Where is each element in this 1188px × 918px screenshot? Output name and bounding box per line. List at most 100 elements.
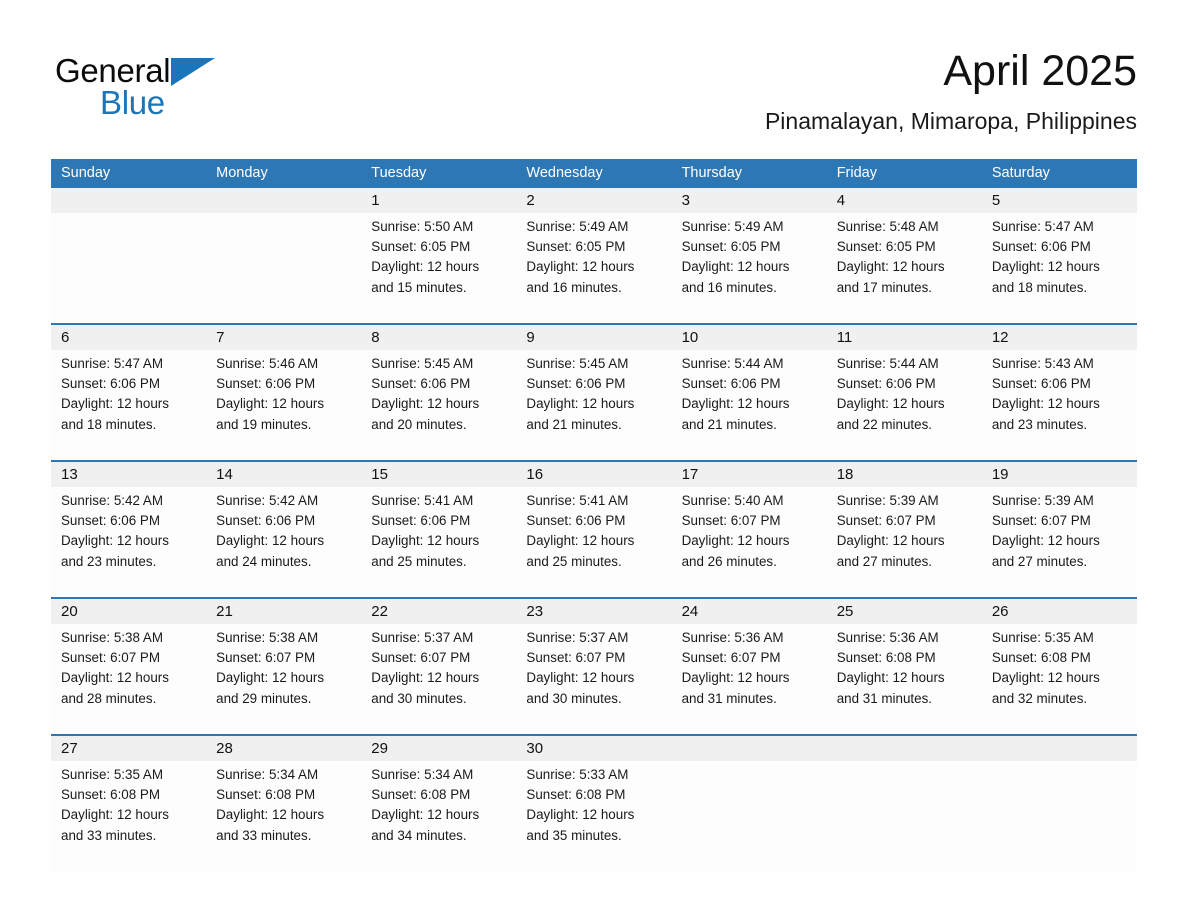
day-number[interactable]: 22 xyxy=(361,599,516,624)
calendar-week-row: 13 14 15 16 17 18 19 Sunrise: 5:42 AM Sunset: 6:… xyxy=(51,460,1137,597)
day-number[interactable]: 1 xyxy=(361,188,516,213)
day-number[interactable]: 19 xyxy=(982,462,1137,487)
day-number[interactable]: 4 xyxy=(827,188,982,213)
day-detail-line: and 31 minutes. xyxy=(681,690,777,706)
day-detail-line: Sunset: 6:07 PM xyxy=(216,650,316,666)
generalblue-logo[interactable]: General Blue xyxy=(55,52,255,124)
day-number[interactable]: 15 xyxy=(361,462,516,487)
week-body-row: Sunrise: 5:38 AM Sunset: 6:07 PM Daylight:… xyxy=(51,624,1137,734)
calendar-week-row: 6 7 8 9 10 11 12 Sunrise: 5:47 AM Sunset: 6:06 P… xyxy=(51,323,1137,460)
day-number[interactable]: 25 xyxy=(827,599,982,624)
day-cell[interactable]: Sunrise: 5:37 AM Sunset: 6:07 PM Daylight:… xyxy=(361,624,516,734)
day-cell[interactable]: Sunrise: 5:40 AM Sunset: 6:07 PM Daylight:… xyxy=(672,487,827,597)
weekday-header-saturday: Saturday xyxy=(991,165,1050,181)
day-detail-line: Sunset: 6:06 PM xyxy=(681,376,781,392)
triangle-icon xyxy=(171,58,216,86)
day-number[interactable]: 20 xyxy=(51,599,206,624)
day-number[interactable]: 16 xyxy=(516,462,671,487)
day-detail-line: Daylight: 12 hours xyxy=(836,670,945,686)
day-detail-line: Sunset: 6:06 PM xyxy=(371,513,471,529)
day-number[interactable]: 24 xyxy=(672,599,827,624)
day-number[interactable]: 3 xyxy=(672,188,827,213)
day-cell[interactable]: Sunrise: 5:46 AM Sunset: 6:06 PM Daylight:… xyxy=(206,350,361,460)
day-number[interactable]: 26 xyxy=(982,599,1137,624)
week-date-strip: 20 21 22 23 24 25 26 xyxy=(51,599,1137,624)
day-detail-line: Daylight: 12 hours xyxy=(371,533,480,549)
day-detail-line: Sunrise: 5:35 AM xyxy=(61,767,163,782)
day-number[interactable]: 21 xyxy=(206,599,361,624)
day-cell[interactable]: Sunrise: 5:42 AM Sunset: 6:06 PM Daylight:… xyxy=(51,487,206,597)
calendar-week-row: 27 28 29 30 Sunrise: 5:35 AM Sunset: 6:08 PM D… xyxy=(51,734,1137,871)
day-detail-line: Sunrise: 5:43 AM xyxy=(991,356,1094,371)
day-cell[interactable]: Sunrise: 5:38 AM Sunset: 6:07 PM Daylight:… xyxy=(206,624,361,734)
day-cell[interactable]: Sunrise: 5:49 AM Sunset: 6:05 PM Daylight:… xyxy=(516,213,671,323)
day-cell[interactable]: Sunrise: 5:48 AM Sunset: 6:05 PM Daylight:… xyxy=(827,213,982,323)
logo-bottom-row: Blue xyxy=(55,86,255,120)
day-detail-line: Sunrise: 5:50 AM xyxy=(371,219,474,234)
day-number[interactable]: 8 xyxy=(361,325,516,350)
day-cell[interactable]: Sunrise: 5:34 AM Sunset: 6:08 PM Daylight:… xyxy=(361,761,516,871)
day-number[interactable]: 30 xyxy=(516,736,671,761)
day-number[interactable]: 17 xyxy=(672,462,827,487)
logo-top-row: General xyxy=(55,52,255,90)
day-detail-line: Sunset: 6:07 PM xyxy=(836,513,936,529)
day-cell[interactable]: Sunrise: 5:36 AM Sunset: 6:08 PM Daylight:… xyxy=(827,624,982,734)
day-cell-empty xyxy=(827,761,982,871)
day-number[interactable]: 29 xyxy=(361,736,516,761)
day-cell[interactable]: Sunrise: 5:49 AM Sunset: 6:05 PM Daylight:… xyxy=(672,213,827,323)
day-cell[interactable]: Sunrise: 5:38 AM Sunset: 6:07 PM Daylight:… xyxy=(51,624,206,734)
day-detail-line: Sunset: 6:06 PM xyxy=(61,513,160,529)
day-cell[interactable]: Sunrise: 5:47 AM Sunset: 6:06 PM Daylight:… xyxy=(982,213,1137,323)
day-number[interactable]: 10 xyxy=(672,325,827,350)
day-detail-line: and 29 minutes. xyxy=(216,690,312,706)
day-detail-line: Sunset: 6:08 PM xyxy=(991,650,1091,666)
day-detail-line: Daylight: 12 hours xyxy=(526,396,635,412)
day-detail-line: Sunset: 6:07 PM xyxy=(526,650,626,666)
day-cell[interactable]: Sunrise: 5:35 AM Sunset: 6:08 PM Daylight:… xyxy=(51,761,206,871)
day-cell[interactable]: Sunrise: 5:41 AM Sunset: 6:06 PM Daylight:… xyxy=(361,487,516,597)
day-detail-line: Sunset: 6:06 PM xyxy=(216,513,316,529)
day-cell[interactable]: Sunrise: 5:36 AM Sunset: 6:07 PM Daylight:… xyxy=(672,624,827,734)
day-detail-line: Sunrise: 5:44 AM xyxy=(681,356,784,371)
weekday-header-row: Sunday Monday Tuesday Wednesday Thursday… xyxy=(51,159,1137,188)
day-cell[interactable]: Sunrise: 5:39 AM Sunset: 6:07 PM Daylight:… xyxy=(982,487,1137,597)
day-number[interactable]: 7 xyxy=(206,325,361,350)
day-cell[interactable]: Sunrise: 5:37 AM Sunset: 6:07 PM Daylight:… xyxy=(516,624,671,734)
page-header: General Blue April 2025 Pinamalayan, Mim… xyxy=(51,44,1137,148)
day-cell[interactable]: Sunrise: 5:34 AM Sunset: 6:08 PM Daylight:… xyxy=(206,761,361,871)
day-detail-line: Sunrise: 5:45 AM xyxy=(371,356,474,371)
day-cell[interactable]: Sunrise: 5:44 AM Sunset: 6:06 PM Daylight:… xyxy=(672,350,827,460)
day-number[interactable]: 23 xyxy=(516,599,671,624)
day-number[interactable]: 28 xyxy=(206,736,361,761)
day-detail-line: Sunrise: 5:44 AM xyxy=(836,356,939,371)
day-number[interactable]: 18 xyxy=(827,462,982,487)
day-detail-line: Sunset: 6:07 PM xyxy=(991,513,1091,529)
day-number-empty xyxy=(827,736,982,761)
day-number[interactable]: 5 xyxy=(982,188,1137,213)
day-number[interactable]: 27 xyxy=(51,736,206,761)
day-number[interactable]: 12 xyxy=(982,325,1137,350)
day-number[interactable]: 13 xyxy=(51,462,206,487)
day-detail-line: Sunset: 6:08 PM xyxy=(61,787,160,803)
day-number[interactable]: 14 xyxy=(206,462,361,487)
day-cell[interactable]: Sunrise: 5:44 AM Sunset: 6:06 PM Daylight:… xyxy=(827,350,982,460)
day-detail-line: Sunrise: 5:39 AM xyxy=(991,493,1094,508)
day-cell[interactable]: Sunrise: 5:35 AM Sunset: 6:08 PM Daylight:… xyxy=(982,624,1137,734)
day-number[interactable]: 11 xyxy=(827,325,982,350)
week-date-strip: 13 14 15 16 17 18 19 xyxy=(51,462,1137,487)
day-detail-line: Daylight: 12 hours xyxy=(991,670,1100,686)
day-number[interactable]: 2 xyxy=(516,188,671,213)
day-cell[interactable]: Sunrise: 5:45 AM Sunset: 6:06 PM Daylight:… xyxy=(361,350,516,460)
day-cell[interactable]: Sunrise: 5:42 AM Sunset: 6:06 PM Daylight:… xyxy=(206,487,361,597)
day-cell[interactable]: Sunrise: 5:39 AM Sunset: 6:07 PM Daylight:… xyxy=(827,487,982,597)
day-number[interactable]: 6 xyxy=(51,325,206,350)
day-cell[interactable]: Sunrise: 5:43 AM Sunset: 6:06 PM Daylight:… xyxy=(982,350,1137,460)
day-detail-line: Daylight: 12 hours xyxy=(991,259,1100,275)
day-cell[interactable]: Sunrise: 5:47 AM Sunset: 6:06 PM Daylight:… xyxy=(51,350,206,460)
day-detail-line: Daylight: 12 hours xyxy=(216,533,325,549)
day-cell[interactable]: Sunrise: 5:50 AM Sunset: 6:05 PM Daylight:… xyxy=(361,213,516,323)
day-cell[interactable]: Sunrise: 5:33 AM Sunset: 6:08 PM Daylight:… xyxy=(516,761,671,871)
day-number[interactable]: 9 xyxy=(516,325,671,350)
day-cell[interactable]: Sunrise: 5:45 AM Sunset: 6:06 PM Daylight:… xyxy=(516,350,671,460)
day-cell[interactable]: Sunrise: 5:41 AM Sunset: 6:06 PM Daylight:… xyxy=(516,487,671,597)
